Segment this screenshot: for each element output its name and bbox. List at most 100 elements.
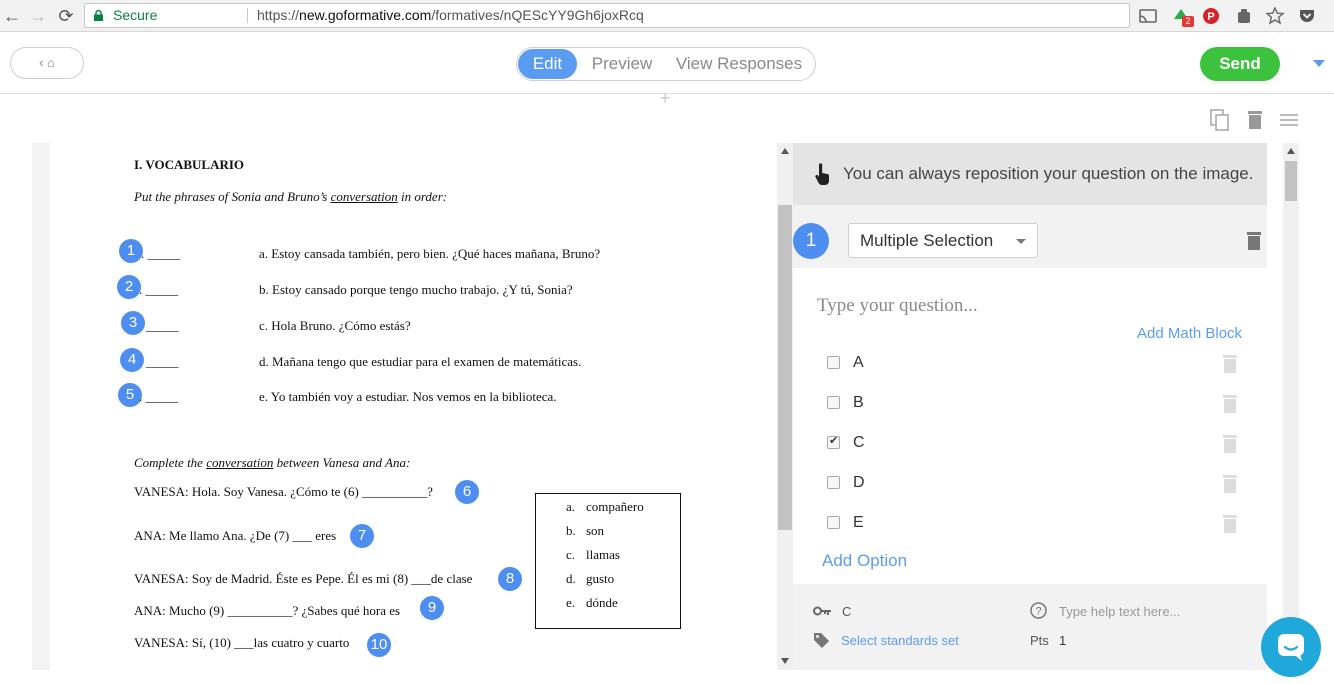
option-label[interactable]: B bbox=[853, 392, 864, 414]
option-checkbox[interactable] bbox=[827, 516, 840, 529]
question-marker-4[interactable]: 4 bbox=[120, 348, 144, 372]
question-marker-6[interactable]: 6 bbox=[455, 480, 479, 504]
bookmark-star-icon[interactable] bbox=[1264, 5, 1286, 27]
question-marker-2[interactable]: 2 bbox=[117, 275, 141, 299]
help-text-input[interactable]: Type help text here... bbox=[1059, 604, 1180, 619]
order-blank: . _____ bbox=[139, 389, 178, 404]
tab-view-responses[interactable]: View Responses bbox=[669, 48, 809, 80]
delete-option-icon[interactable] bbox=[1222, 514, 1238, 533]
back-home-button[interactable]: ‹ ⌂ bbox=[10, 47, 84, 79]
word-bank-letter: e. bbox=[566, 595, 576, 610]
duplicate-icon[interactable] bbox=[1209, 108, 1231, 132]
option-checkbox[interactable] bbox=[827, 396, 840, 409]
document-page[interactable]: I. VOCABULARIO Put the phrases of Sonia … bbox=[50, 143, 760, 670]
app-header: ‹ ⌂ Edit Preview View Responses Send bbox=[0, 32, 1334, 94]
cast-icon[interactable] bbox=[1137, 5, 1159, 27]
instruction-2-underlined: conversation bbox=[206, 455, 274, 470]
select-standards-link[interactable]: Select standards set bbox=[841, 633, 959, 648]
instruction-1-end: in order: bbox=[397, 189, 448, 204]
word-bank-letter: a. bbox=[566, 499, 576, 514]
option-checkbox-checked[interactable] bbox=[827, 434, 840, 449]
question-marker-3[interactable]: 3 bbox=[121, 311, 145, 335]
url-scheme: https:// bbox=[257, 7, 300, 23]
reposition-hint: You can always reposition your question … bbox=[793, 143, 1267, 205]
question-text-input[interactable]: Type your question... bbox=[817, 295, 1237, 317]
formative-extension-icon[interactable]: 2 bbox=[1170, 5, 1194, 27]
order-blank: . _____ bbox=[139, 282, 178, 297]
scroll-down-arrow-icon[interactable] bbox=[781, 658, 789, 664]
question-marker-1[interactable]: 1 bbox=[119, 239, 143, 263]
forward-arrow-icon[interactable]: → bbox=[28, 6, 48, 26]
delete-question-icon[interactable] bbox=[1246, 231, 1262, 250]
option-label[interactable]: C bbox=[853, 432, 865, 454]
conversation-line: VANESA: Hola. Soy Vanesa. ¿Cómo te (6) _… bbox=[134, 484, 433, 499]
question-footer: C ? Type help text here... Select standa… bbox=[793, 584, 1267, 670]
option-checkbox[interactable] bbox=[827, 356, 840, 369]
delete-option-icon[interactable] bbox=[1222, 434, 1238, 453]
doc-instruction-1: Put the phrases of Sonia and Bruno’s con… bbox=[134, 189, 447, 205]
url-host: new.goformative.com bbox=[299, 7, 432, 23]
send-button[interactable]: Send bbox=[1200, 47, 1280, 81]
scroll-up-arrow-icon[interactable] bbox=[781, 148, 789, 154]
drag-handle-icon[interactable] bbox=[1278, 108, 1300, 132]
pinterest-icon[interactable]: P bbox=[1200, 5, 1222, 27]
option-label[interactable]: D bbox=[853, 472, 865, 494]
address-bar[interactable]: Secure https://new.goformative.com/forma… bbox=[84, 3, 1130, 28]
panel-scroll-thumb[interactable] bbox=[1285, 161, 1297, 201]
option-checkbox[interactable] bbox=[827, 476, 840, 489]
tab-preview[interactable]: Preview bbox=[583, 48, 661, 80]
url-path: /formatives/nQEScYY9Gh6joxRcq bbox=[431, 7, 644, 23]
conversation-line: VANESA: Soy de Madrid. Éste es Pepe. Él … bbox=[134, 571, 473, 586]
answer-key-value: C bbox=[842, 604, 852, 619]
svg-text:P: P bbox=[1207, 11, 1214, 23]
word-bank-letter: d. bbox=[566, 571, 576, 586]
delete-option-icon[interactable] bbox=[1222, 474, 1238, 493]
question-marker-9[interactable]: 9 bbox=[420, 596, 444, 620]
url-text[interactable]: https://new.goformative.com/formatives/n… bbox=[257, 4, 644, 27]
order-blank: . _____ bbox=[141, 246, 180, 261]
option-row: C bbox=[827, 432, 1247, 454]
option-label[interactable]: A bbox=[853, 352, 864, 374]
add-item-plus-icon[interactable]: + bbox=[660, 88, 671, 109]
reload-icon[interactable]: ⟳ bbox=[56, 6, 76, 26]
chevron-down-icon bbox=[1016, 239, 1026, 244]
question-marker-8[interactable]: 8 bbox=[498, 567, 522, 591]
tab-edit[interactable]: Edit bbox=[518, 49, 577, 79]
question-marker-7[interactable]: 7 bbox=[350, 524, 374, 548]
chat-bubble-icon bbox=[1278, 634, 1304, 661]
add-option-link[interactable]: Add Option bbox=[822, 551, 907, 571]
order-phrase: e. Yo también voy a estudiar. Nos vemos … bbox=[259, 389, 557, 404]
word-bank-word: compañero bbox=[586, 499, 644, 514]
option-row: B bbox=[827, 392, 1247, 414]
help-question-icon: ? bbox=[1030, 602, 1047, 619]
chat-support-button[interactable] bbox=[1261, 617, 1321, 677]
conversation-line: VANESA: Sí, (10) ___las cuatro y cuarto bbox=[134, 635, 350, 650]
mode-tabs: Edit Preview View Responses bbox=[516, 47, 816, 81]
question-type-select[interactable]: Multiple Selection bbox=[848, 223, 1038, 258]
points-value[interactable]: 1 bbox=[1059, 633, 1066, 648]
svg-text:?: ? bbox=[1035, 606, 1041, 618]
option-label[interactable]: E bbox=[853, 512, 864, 534]
add-math-block-link[interactable]: Add Math Block bbox=[1137, 325, 1242, 342]
instruction-2-start: Complete the bbox=[134, 455, 207, 470]
instruction-1-start: Put the phrases of Sonia and Bruno’s bbox=[134, 189, 331, 204]
order-phrase: a. Estoy cansada también, pero bien. ¿Qu… bbox=[259, 246, 601, 261]
extension-puzzle-icon[interactable] bbox=[1233, 5, 1255, 27]
doc-instruction-2: Complete the conversation between Vanesa… bbox=[134, 455, 410, 471]
pocket-icon[interactable] bbox=[1296, 5, 1318, 27]
word-bank-letter: b. bbox=[566, 523, 576, 538]
back-arrow-icon[interactable]: ← bbox=[2, 6, 22, 26]
scroll-up-arrow-icon[interactable] bbox=[1287, 148, 1295, 154]
delete-option-icon[interactable] bbox=[1222, 354, 1238, 373]
tag-icon bbox=[814, 633, 829, 648]
panel-scrollbar[interactable] bbox=[1283, 143, 1299, 670]
delete-option-icon[interactable] bbox=[1222, 394, 1238, 413]
question-marker-10[interactable]: 10 bbox=[367, 633, 391, 657]
word-bank-word: llamas bbox=[586, 547, 620, 562]
instruction-1-underlined: conversation bbox=[330, 189, 398, 204]
send-options-caret-icon[interactable] bbox=[1313, 60, 1325, 67]
document-scroll-thumb[interactable] bbox=[778, 205, 792, 530]
delete-item-icon[interactable] bbox=[1244, 108, 1266, 132]
document-scrollbar[interactable] bbox=[777, 143, 793, 670]
word-bank: a. compañero b. son c. llamas d. gusto e… bbox=[535, 493, 681, 629]
